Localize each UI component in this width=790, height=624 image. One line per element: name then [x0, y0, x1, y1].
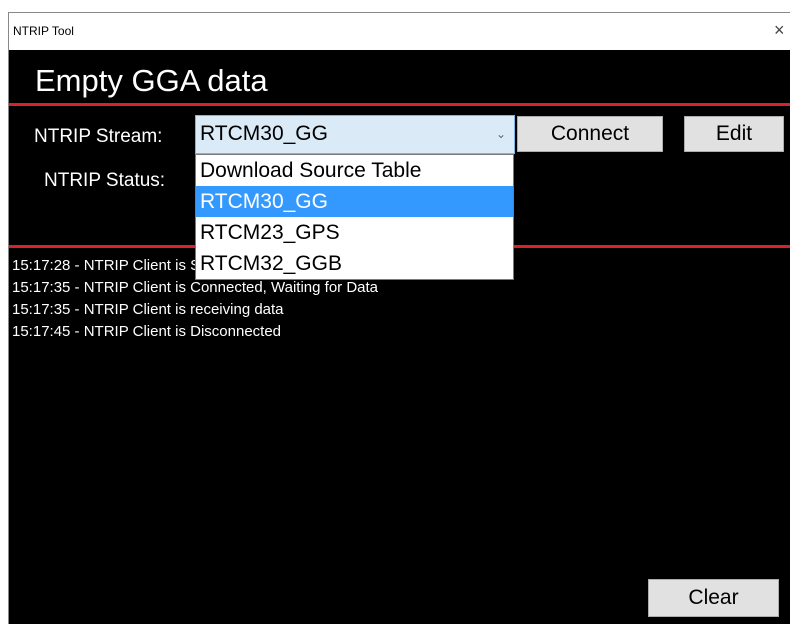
chevron-down-icon: ⌄	[495, 127, 506, 141]
log-line: 15:17:45 - NTRIP Client is Disconnected	[12, 323, 282, 340]
log-line: 15:17:35 - NTRIP Client is Connected, Wa…	[12, 279, 379, 296]
log-line: 15:17:35 - NTRIP Client is receiving dat…	[12, 301, 284, 318]
ntrip-stream-select[interactable]: RTCM30_GG ⌄	[195, 115, 515, 154]
close-icon[interactable]: ×	[774, 20, 785, 40]
header-divider	[9, 103, 790, 106]
ntrip-stream-dropdown-list: Download Source Table RTCM30_GG RTCM23_G…	[195, 154, 514, 280]
ntrip-stream-label: NTRIP Stream:	[34, 126, 163, 147]
ntrip-tool-window: NTRIP Tool × Empty GGA data NTRIP Stream…	[8, 12, 790, 624]
edit-button[interactable]: Edit	[684, 116, 784, 152]
dropdown-option-rtcm23-gps[interactable]: RTCM23_GPS	[196, 217, 513, 248]
ntrip-stream-selected-value: RTCM30_GG	[200, 122, 328, 145]
dropdown-option-rtcm30-gg[interactable]: RTCM30_GG	[196, 186, 513, 217]
dropdown-option-rtcm32-ggb[interactable]: RTCM32_GGB	[196, 248, 513, 279]
title-bar: NTRIP Tool ×	[9, 13, 790, 50]
clear-button[interactable]: Clear	[648, 579, 779, 617]
page-title: Empty GGA data	[35, 63, 268, 98]
ntrip-status-label: NTRIP Status:	[44, 170, 166, 191]
dropdown-option-download-source-table[interactable]: Download Source Table	[196, 155, 513, 186]
connect-button[interactable]: Connect	[517, 116, 663, 152]
window-title: NTRIP Tool	[13, 24, 74, 38]
